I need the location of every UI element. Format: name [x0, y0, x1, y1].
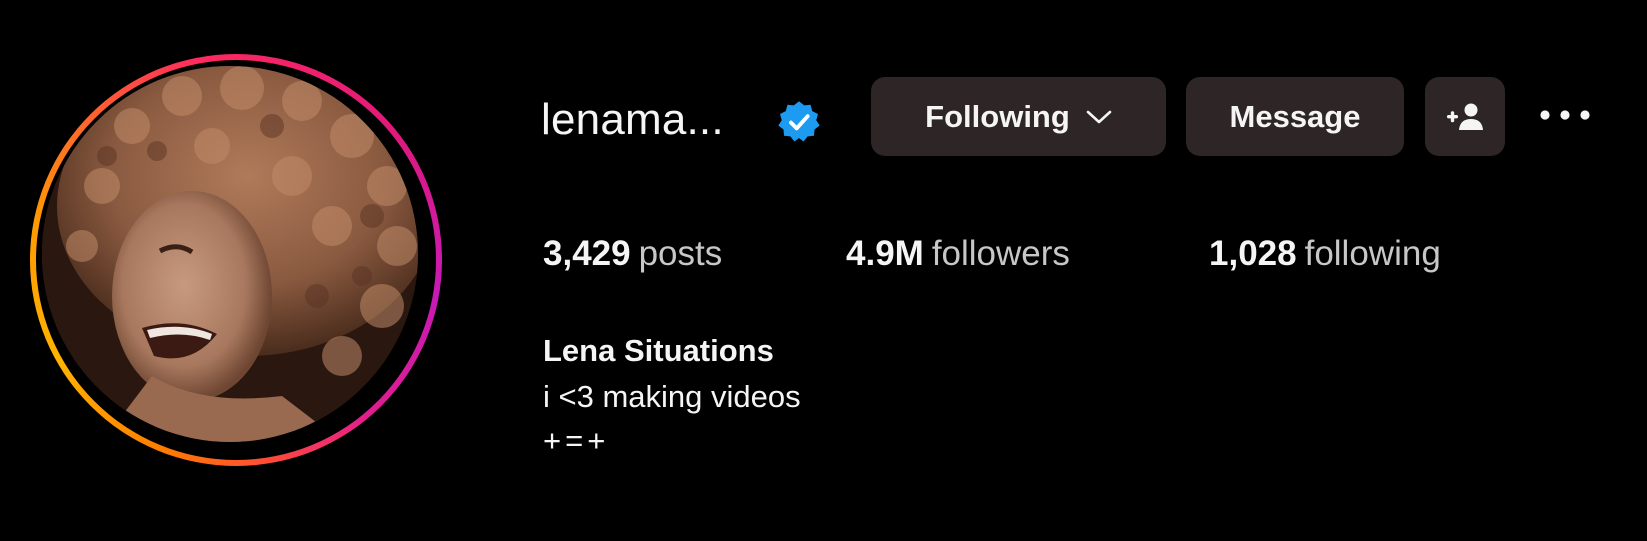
following-button[interactable]: Following — [871, 77, 1166, 156]
following-count: 1,028 — [1209, 234, 1297, 273]
bio-line: +=+ — [543, 423, 610, 458]
verified-badge-icon — [778, 101, 820, 142]
posts-count: 3,429 — [543, 234, 631, 273]
full-name: Lena Situations — [543, 333, 774, 368]
posts-label: posts — [638, 234, 723, 273]
more-options-icon[interactable] — [1537, 100, 1593, 130]
following-button-label: Following — [925, 98, 1070, 134]
stat-posts: 3,429 posts — [543, 230, 722, 278]
followers-count: 4.9M — [846, 234, 924, 273]
suggest-user-button[interactable] — [1425, 77, 1505, 156]
followers-label: followers — [931, 234, 1070, 273]
person-add-icon — [1447, 103, 1483, 130]
message-button[interactable]: Message — [1186, 77, 1404, 156]
following-label: following — [1304, 234, 1441, 273]
stat-followers[interactable]: 4.9M followers — [846, 230, 1070, 278]
avatar-image — [42, 66, 418, 442]
message-button-label: Message — [1229, 98, 1361, 134]
story-ring[interactable] — [30, 54, 442, 466]
username: lenama... — [541, 95, 724, 144]
chevron-down-icon — [1086, 110, 1112, 123]
avatar[interactable] — [42, 66, 418, 442]
stat-following[interactable]: 1,028 following — [1209, 230, 1441, 278]
bio-line: i <3 making videos — [543, 379, 801, 414]
